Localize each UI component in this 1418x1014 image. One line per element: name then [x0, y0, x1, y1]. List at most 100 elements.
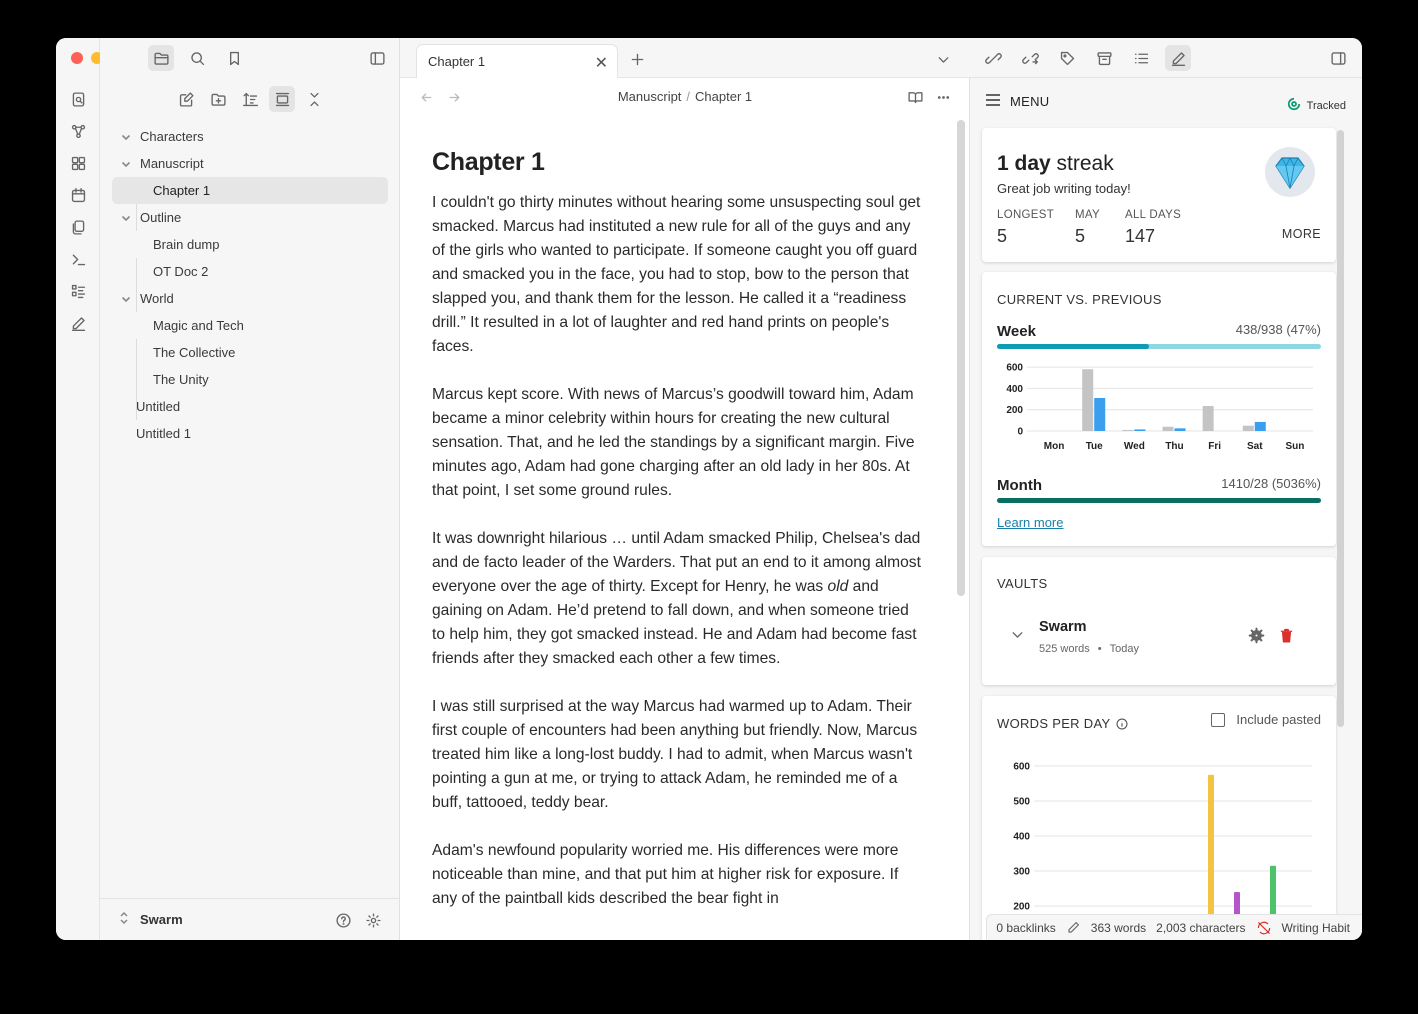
terminal-icon[interactable]	[65, 246, 91, 272]
toggle-right-sidebar-icon[interactable]	[1325, 45, 1351, 71]
vaults-card: VAULTS Swarm 525 words • Today	[982, 557, 1336, 685]
chevron-down-icon	[120, 212, 132, 224]
calendar-icon[interactable]	[65, 182, 91, 208]
sync-error-icon[interactable]	[1256, 920, 1272, 936]
file-untitled[interactable]: Untitled	[112, 393, 388, 420]
edit-mode-pen-icon[interactable]	[1066, 920, 1081, 935]
folder-outline[interactable]: Outline	[112, 204, 388, 231]
file-ot-doc-2[interactable]: OT Doc 2	[112, 258, 388, 285]
x-tick-label: Thu	[1165, 441, 1183, 452]
menu-button[interactable]: MENU	[986, 94, 1049, 109]
tracked-indicator[interactable]: Tracked	[1287, 97, 1346, 114]
close-tab-icon[interactable]: ✕	[595, 53, 608, 73]
outgoing-links-icon[interactable]	[1017, 45, 1043, 71]
folder-label: World	[140, 291, 174, 306]
stat-all-days: ALL DAYS 147	[1125, 209, 1182, 246]
help-icon[interactable]	[330, 907, 356, 933]
y-tick-label: 200	[1006, 405, 1023, 416]
document-body[interactable]: Chapter 1 I couldn't go thirty minutes w…	[432, 148, 922, 935]
learn-more-link[interactable]: Learn more	[997, 515, 1063, 530]
tab-chapter-1[interactable]: Chapter 1 ✕	[416, 44, 618, 78]
diamond-badge-icon	[1260, 144, 1320, 204]
file-brain-dump[interactable]: Brain dump	[112, 231, 388, 258]
include-pasted-option[interactable]: Include pasted	[1211, 712, 1321, 727]
panel-scrollbar[interactable]	[1337, 130, 1344, 727]
writing-habit-status[interactable]: Writing Habit	[1282, 921, 1350, 935]
x-tick-label: Fri	[1208, 441, 1221, 452]
tracked-label: Tracked	[1306, 99, 1346, 112]
folder-manuscript[interactable]: Manuscript	[112, 150, 388, 177]
graph-view-icon[interactable]	[65, 118, 91, 144]
new-folder-icon[interactable]	[205, 86, 231, 112]
settings-gear-icon[interactable]	[360, 907, 386, 933]
file-untitled-1[interactable]: Untitled 1	[112, 420, 388, 447]
sort-icon[interactable]	[237, 86, 263, 112]
bookmark-icon[interactable]	[221, 45, 247, 71]
note-heading: Chapter 1	[432, 148, 545, 176]
week-progress-fill	[997, 344, 1150, 349]
breadcrumb-folder[interactable]: Manuscript	[618, 89, 682, 104]
chevron-down-icon	[120, 158, 132, 170]
streak-subtitle: Great job writing today!	[997, 181, 1131, 196]
auto-reveal-icon[interactable]	[269, 86, 295, 112]
current-vs-previous-card: CURRENT VS. PREVIOUS Week 438/938 (47%) …	[982, 272, 1336, 546]
editor-scrollbar[interactable]	[957, 120, 965, 596]
info-icon[interactable]	[1116, 717, 1128, 730]
pen-icon[interactable]	[65, 310, 91, 336]
toggle-left-sidebar-icon[interactable]	[364, 45, 390, 71]
card-title: CURRENT VS. PREVIOUS	[997, 292, 1162, 307]
reading-view-icon[interactable]	[902, 84, 928, 110]
folder-world[interactable]: World	[112, 285, 388, 312]
archive-icon[interactable]	[1091, 45, 1117, 71]
outline-list-icon[interactable]	[65, 278, 91, 304]
folder-label: Manuscript	[140, 156, 204, 171]
week-label: Week	[997, 323, 1036, 340]
words-per-day-chart: 200 300 400 500 600	[1013, 762, 1312, 938]
file-the-unity[interactable]: The Unity	[112, 366, 388, 393]
tags-icon[interactable]	[1054, 45, 1080, 71]
month-label: Month	[997, 477, 1042, 494]
bar	[1094, 398, 1106, 431]
streak-card: 1 day streak Great job writing today! LO…	[982, 128, 1336, 262]
open-quick-switcher-icon[interactable]	[65, 86, 91, 112]
ribbon	[56, 38, 123, 940]
close-window-button[interactable]	[71, 52, 83, 64]
new-note-icon[interactable]	[173, 86, 199, 112]
card-title: WORDS PER DAY	[997, 716, 1128, 731]
vault-settings-gear-icon[interactable]	[1246, 625, 1266, 645]
right-toolbar	[970, 38, 1362, 78]
incoming-links-icon[interactable]	[980, 45, 1006, 71]
file-the-collective[interactable]: The Collective	[112, 339, 388, 366]
tab-list-chevron-icon[interactable]	[930, 46, 956, 72]
paragraph: Adam's newfound popularity worried me. H…	[432, 842, 899, 907]
file-explorer-sidebar: Characters Manuscript Chapter 1 Outline …	[100, 38, 400, 940]
more-options-icon[interactable]	[930, 84, 956, 110]
x-tick-label: Sun	[1285, 441, 1304, 452]
search-icon[interactable]	[184, 45, 210, 71]
stat-longest: LONGEST 5	[997, 209, 1055, 246]
menu-label: MENU	[1010, 94, 1050, 109]
outline-icon[interactable]	[1128, 45, 1154, 71]
canvas-icon[interactable]	[65, 150, 91, 176]
x-tick-label: Wed	[1124, 441, 1145, 452]
writing-habit-pen-icon[interactable]	[1165, 45, 1191, 71]
paragraph: I couldn't go thirty minutes without hea…	[432, 194, 921, 355]
include-pasted-checkbox[interactable]	[1211, 712, 1226, 727]
templates-icon[interactable]	[65, 214, 91, 240]
file-magic-and-tech[interactable]: Magic and Tech	[112, 312, 388, 339]
folder-characters[interactable]: Characters	[112, 123, 388, 150]
backlinks-count[interactable]: 0 backlinks	[996, 921, 1055, 935]
vault-switcher[interactable]: Swarm	[100, 898, 400, 940]
vault-delete-trash-icon[interactable]	[1276, 625, 1296, 645]
month-progress-fill	[997, 498, 1321, 503]
month-progress-track	[997, 498, 1321, 503]
breadcrumb-file[interactable]: Chapter 1	[695, 89, 752, 104]
new-tab-icon[interactable]	[624, 46, 650, 72]
vault-expand-chevron-icon[interactable]	[1008, 625, 1026, 643]
writing-habit-panel: MENU Tracked 1 day streak Great job writ…	[970, 38, 1362, 940]
collapse-all-icon[interactable]	[301, 86, 327, 112]
bar	[1162, 426, 1174, 431]
files-icon[interactable]	[148, 45, 174, 71]
file-chapter-1[interactable]: Chapter 1	[112, 177, 388, 204]
more-button[interactable]: MORE	[1282, 227, 1321, 241]
